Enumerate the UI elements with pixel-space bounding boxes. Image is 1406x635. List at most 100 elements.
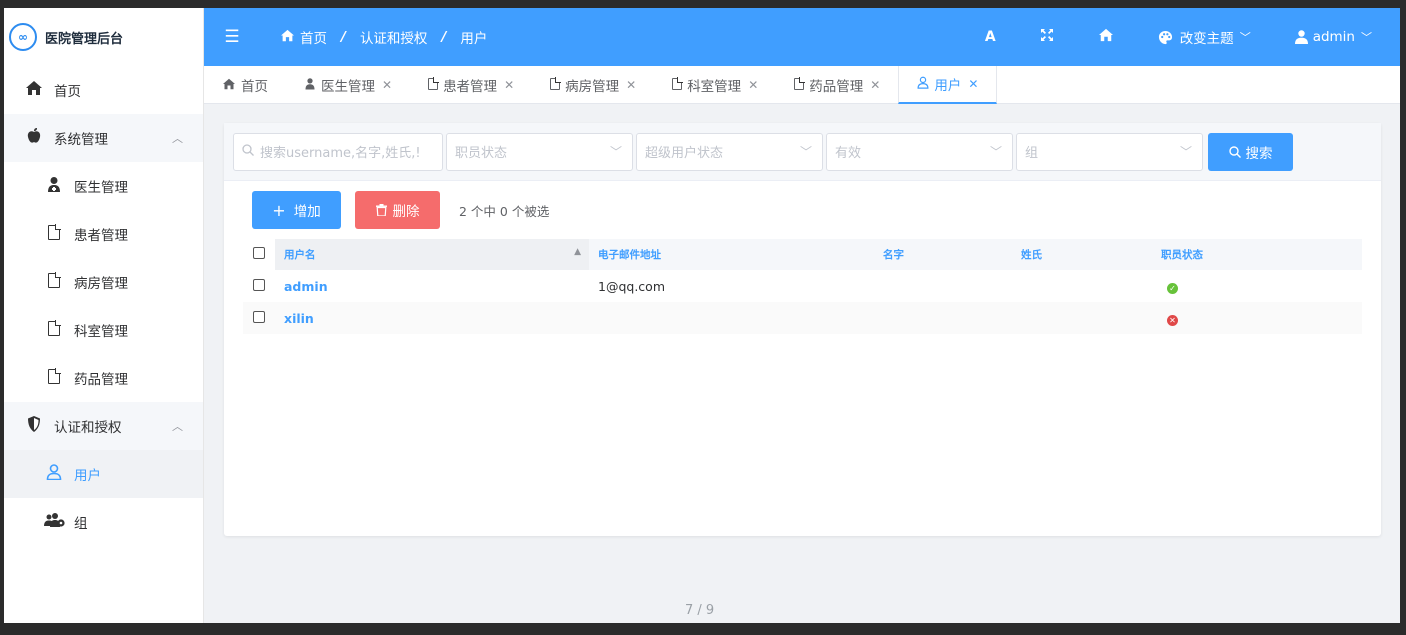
firstname-cell (874, 302, 1012, 334)
tab-label: 首页 (241, 79, 268, 95)
tab-label: 病房管理 (565, 79, 620, 95)
column-label: 职员状态 (1161, 249, 1203, 261)
tab-dept[interactable]: 科室管理 ✕ (654, 66, 776, 104)
close-icon[interactable]: ✕ (870, 78, 880, 92)
trash-icon (375, 204, 387, 216)
chevron-down-icon: ﹀ (1179, 145, 1192, 159)
tab-patient[interactable]: 患者管理 ✕ (410, 66, 532, 104)
close-icon[interactable]: ✕ (626, 78, 636, 92)
close-icon[interactable]: ✕ (748, 78, 758, 92)
breadcrumb-auth[interactable]: 认证和授权 (360, 27, 428, 47)
home-icon[interactable] (1098, 28, 1114, 46)
apple-icon (24, 128, 44, 148)
row-checkbox[interactable] (253, 310, 265, 323)
close-icon[interactable]: ✕ (968, 77, 978, 91)
tab-drug[interactable]: 药品管理 ✕ (776, 66, 898, 104)
file-icon (550, 76, 561, 93)
font-size-icon[interactable]: A (985, 29, 996, 45)
file-icon (44, 367, 64, 388)
action-row: + 增加 删除 2 个中 0 个被选 (224, 181, 1381, 239)
delete-button[interactable]: 删除 (355, 191, 440, 229)
sidebar-item-ward[interactable]: 病房管理 (4, 258, 203, 306)
tab-bar: 首页 医生管理 ✕ 患者管理 ✕ 病房管理 ✕ 科室管理 ✕ 药品管理 ✕ 用户… (204, 66, 1400, 104)
page-indicator: 7 / 9 (685, 603, 715, 618)
sidebar-item-drug[interactable]: 药品管理 (4, 354, 203, 402)
add-button[interactable]: + 增加 (252, 191, 341, 229)
row-select-cell (243, 270, 275, 302)
tab-label: 药品管理 (809, 79, 864, 95)
chevron-up-icon: ︿ (172, 420, 183, 433)
sidebar-item-label: 首页 (54, 84, 81, 100)
breadcrumb: 首页 / 认证和授权 / 用户 (280, 27, 487, 47)
sidebar-item-group[interactable]: 组 (4, 498, 203, 546)
search-button[interactable]: 搜索 (1208, 132, 1293, 171)
sidebar-item-patient[interactable]: 患者管理 (4, 210, 203, 258)
hamburger-menu-icon[interactable]: ☰ (204, 27, 260, 47)
column-header-staff-status[interactable]: 职员状态 (1152, 239, 1362, 270)
sidebar-group-auth[interactable]: 认证和授权 ︿ (4, 402, 203, 450)
user-icon (917, 76, 929, 92)
select-all-checkbox[interactable] (253, 247, 265, 259)
palette-icon (1158, 30, 1172, 44)
tab-user[interactable]: 用户 ✕ (898, 66, 998, 104)
sidebar-item-label: 病房管理 (74, 276, 128, 292)
sidebar-item-doctor[interactable]: 医生管理 (4, 162, 203, 210)
close-icon[interactable]: ✕ (382, 78, 392, 92)
tab-label: 科室管理 (687, 79, 742, 95)
sidebar-group-system[interactable]: 系统管理 ︿ (4, 114, 203, 162)
user-icon (44, 464, 64, 484)
x-circle-icon: ✕ (1167, 314, 1178, 326)
filter-bar: 搜索username,名字,姓氏,! 职员状态 ﹀ 超级用户状态 ﹀ 有效 ﹀ … (224, 123, 1381, 181)
tab-home[interactable]: 首页 (204, 66, 286, 104)
row-checkbox[interactable] (253, 278, 265, 291)
active-select[interactable]: 有效 ﹀ (826, 132, 1013, 171)
column-header-username[interactable]: 用户名 ▲ (275, 239, 589, 270)
staff-status-select[interactable]: 职员状态 ﹀ (446, 132, 633, 171)
app-title: 医院管理后台 (45, 31, 124, 47)
theme-dropdown[interactable]: 改变主题 ﹀ (1158, 27, 1251, 47)
add-button-label: 增加 (293, 204, 321, 220)
sidebar-item-user[interactable]: 用户 (4, 450, 203, 498)
close-icon[interactable]: ✕ (504, 78, 514, 92)
user-name: admin (1312, 29, 1355, 45)
chevron-down-icon: ﹀ (799, 145, 812, 159)
sidebar-item-label: 药品管理 (74, 372, 128, 388)
chevron-down-icon: ﹀ (609, 145, 622, 159)
chevron-down-icon: ﹀ (1239, 31, 1251, 44)
chevron-down-icon: ﹀ (1361, 31, 1372, 44)
sidebar-item-label: 科室管理 (74, 324, 128, 340)
breadcrumb-home[interactable]: 首页 (300, 27, 327, 47)
sidebar-item-home[interactable]: 首页 (4, 66, 203, 114)
search-input[interactable]: 搜索username,名字,姓氏,! (233, 132, 443, 171)
staff-status-cell: ✓ (1152, 270, 1362, 302)
home-icon (222, 78, 236, 93)
username-link[interactable]: admin (284, 279, 328, 294)
user-icon (1294, 30, 1308, 44)
sidebar-group-label: 系统管理 (54, 132, 108, 148)
home-icon (24, 80, 44, 100)
sidebar-item-dept[interactable]: 科室管理 (4, 306, 203, 354)
select-placeholder: 有效 (835, 146, 862, 161)
search-icon (1228, 145, 1241, 158)
file-icon (44, 223, 64, 244)
table-row: xilin ✕ (243, 302, 1362, 334)
username-link[interactable]: xilin (284, 311, 314, 326)
row-select-cell (243, 302, 275, 334)
sidebar: ∞ 医院管理后台 首页 系统管理 ︿ 医生管理 患者管理 病房管理 科室管理 药… (4, 8, 204, 623)
tab-doctor[interactable]: 医生管理 ✕ (286, 66, 410, 104)
super-status-select[interactable]: 超级用户状态 ﹀ (636, 132, 823, 171)
column-header-lastname[interactable]: 姓氏 (1012, 239, 1152, 270)
user-dropdown[interactable]: admin ﹀ (1294, 29, 1372, 45)
fullscreen-icon[interactable] (1040, 28, 1054, 46)
file-icon (672, 76, 683, 93)
tab-label: 医生管理 (321, 79, 375, 95)
firstname-cell (874, 270, 1012, 302)
sidebar-group-label: 认证和授权 (54, 420, 122, 436)
column-header-email[interactable]: 电子邮件地址 (589, 239, 874, 270)
group-select[interactable]: 组 ﹀ (1016, 132, 1203, 171)
column-header-firstname[interactable]: 名字 (874, 239, 1012, 270)
selection-count: 2 个中 0 个被选 (459, 203, 550, 219)
breadcrumb-user: 用户 (460, 31, 488, 47)
tab-ward[interactable]: 病房管理 ✕ (532, 66, 654, 104)
doctor-icon (304, 77, 316, 93)
